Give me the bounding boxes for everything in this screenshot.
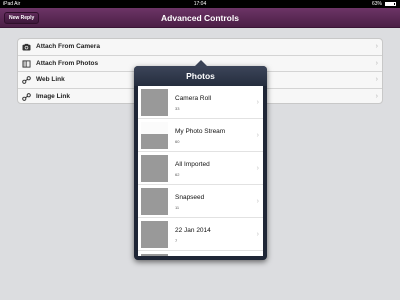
camera-icon	[22, 43, 31, 51]
album-count: 7	[175, 238, 178, 243]
new-reply-button[interactable]: New Reply	[4, 12, 40, 24]
album-count: 62	[175, 172, 180, 177]
album-name: Snapseed	[175, 194, 205, 201]
option-label: Web Link	[36, 76, 65, 83]
album-thumbnail	[141, 155, 168, 182]
chevron-right-icon: ›	[375, 43, 378, 50]
album-camera-roll[interactable]: Camera Roll 33 ›	[138, 86, 263, 119]
chevron-right-icon: ›	[375, 92, 378, 100]
chevron-right-icon: ›	[375, 59, 378, 67]
option-label: Attach From Photos	[36, 59, 99, 67]
link-icon	[22, 76, 31, 84]
album-thumbnail	[141, 254, 168, 256]
link-icon	[22, 92, 31, 101]
battery-percent: 63%	[371, 1, 382, 7]
album-count: 11	[175, 205, 180, 210]
photos-popover: Photos Camera Roll 33 › My Photo Stream …	[134, 60, 267, 260]
album-all-imported[interactable]: All Imported 62 ›	[138, 152, 263, 185]
album-thumbnail	[141, 89, 168, 116]
clock: 17:04	[193, 1, 207, 7]
option-label: Attach From Camera	[36, 43, 100, 50]
chevron-right-icon: ›	[256, 165, 259, 172]
navigation-bar: Advanced Controls New Reply	[0, 8, 400, 28]
chevron-right-icon: ›	[375, 76, 378, 83]
album-count: 60	[175, 139, 180, 144]
chevron-right-icon: ›	[256, 132, 259, 139]
chevron-right-icon: ›	[256, 231, 259, 238]
album-my-photo-stream[interactable]: My Photo Stream 60 ›	[138, 119, 263, 152]
album-count: 33	[175, 106, 180, 111]
album-partial[interactable]	[138, 251, 263, 256]
photos-icon	[22, 59, 31, 68]
page-title: Advanced Controls	[161, 13, 239, 23]
option-label: Image Link	[36, 92, 70, 100]
album-name: 22 Jan 2014	[175, 227, 211, 234]
chevron-right-icon: ›	[256, 198, 259, 205]
album-thumbnail	[141, 221, 168, 248]
album-name: All Imported	[175, 161, 210, 168]
album-name: Camera Roll	[175, 95, 212, 102]
status-bar: iPad Air 17:04 63%	[0, 0, 400, 8]
attach-from-camera-row[interactable]: Attach From Camera ›	[18, 39, 382, 56]
chevron-right-icon: ›	[256, 99, 259, 106]
album-22-jan-2014[interactable]: 22 Jan 2014 7 ›	[138, 218, 263, 251]
popover-title: Photos	[134, 66, 267, 86]
album-snapseed[interactable]: Snapseed 11 ›	[138, 185, 263, 218]
album-list[interactable]: Camera Roll 33 › My Photo Stream 60 › Al…	[138, 86, 263, 256]
album-name: My Photo Stream	[175, 128, 226, 135]
album-thumbnail	[141, 188, 168, 215]
battery-icon	[385, 2, 396, 6]
album-thumbnail	[141, 122, 168, 149]
